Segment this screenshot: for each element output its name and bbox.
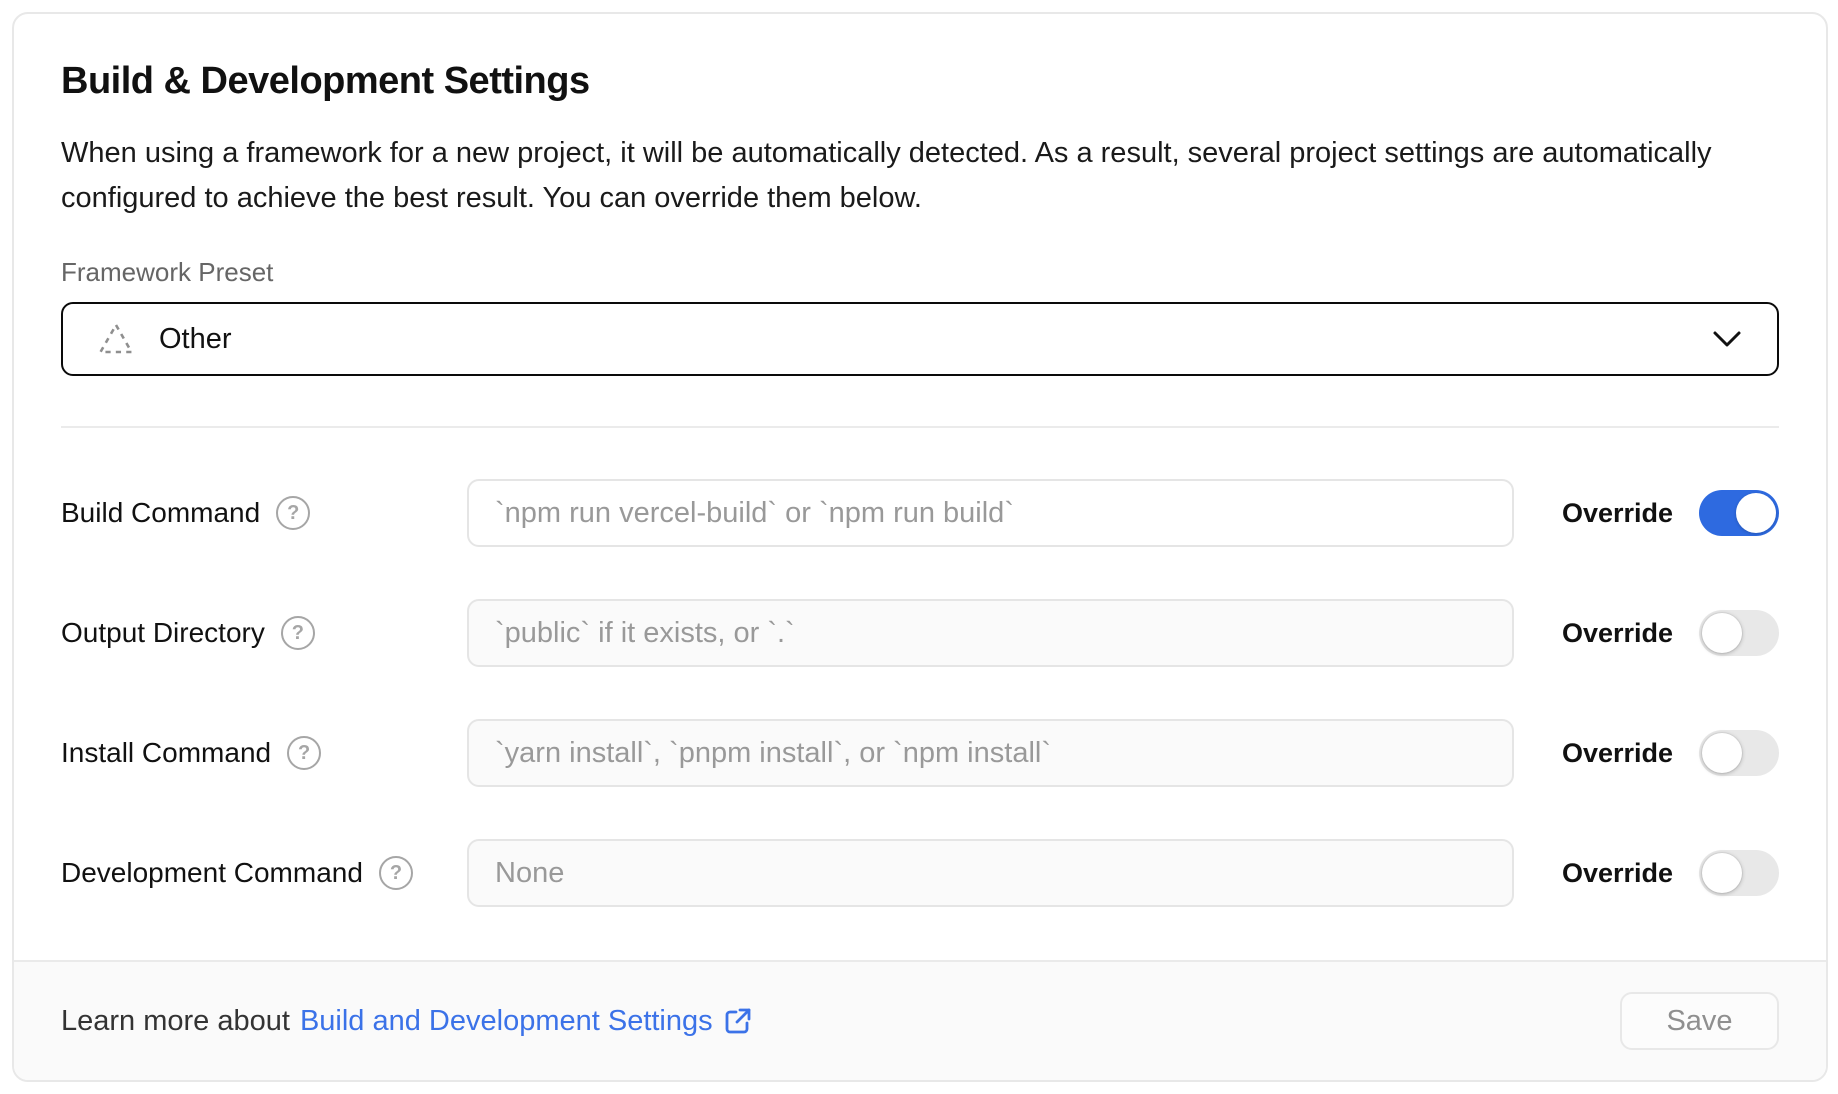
- build-command-help-icon[interactable]: ?: [276, 496, 310, 530]
- output-directory-override-toggle[interactable]: [1699, 610, 1779, 656]
- development-command-override-toggle[interactable]: [1699, 850, 1779, 896]
- development-command-input: [467, 839, 1514, 907]
- settings-rows: Build Command ? Override Output Director…: [61, 479, 1779, 907]
- install-command-label: Install Command: [61, 737, 271, 769]
- output-directory-row: Output Directory ? Override: [61, 599, 1779, 667]
- development-command-row: Development Command ? Override: [61, 839, 1779, 907]
- save-button[interactable]: Save: [1620, 992, 1779, 1050]
- development-command-label: Development Command: [61, 857, 363, 889]
- toggle-knob: [1702, 733, 1742, 773]
- build-command-label: Build Command: [61, 497, 260, 529]
- output-directory-label: Output Directory: [61, 617, 265, 649]
- card-footer: Learn more about Build and Development S…: [14, 960, 1826, 1080]
- build-settings-card: Build & Development Settings When using …: [12, 12, 1828, 1082]
- build-command-override-label: Override: [1562, 498, 1673, 529]
- framework-preset-value: Other: [159, 323, 232, 356]
- output-directory-input: [467, 599, 1514, 667]
- toggle-knob: [1702, 853, 1742, 893]
- output-directory-override-label: Override: [1562, 618, 1673, 649]
- install-command-override-label: Override: [1562, 738, 1673, 769]
- output-directory-help-icon[interactable]: ?: [281, 616, 315, 650]
- development-command-help-icon[interactable]: ?: [379, 856, 413, 890]
- description-text: When using a framework for a new project…: [61, 131, 1779, 221]
- learn-more-text: Learn more about: [61, 1005, 290, 1038]
- framework-preset-select[interactable]: Other: [61, 302, 1779, 376]
- install-command-input: [467, 719, 1514, 787]
- chevron-down-icon: [1711, 329, 1743, 349]
- install-command-help-icon[interactable]: ?: [287, 736, 321, 770]
- external-link-icon: [723, 1006, 753, 1036]
- development-command-override-label: Override: [1562, 858, 1673, 889]
- toggle-knob: [1736, 493, 1776, 533]
- install-command-override-toggle[interactable]: [1699, 730, 1779, 776]
- build-command-row: Build Command ? Override: [61, 479, 1779, 547]
- triangle-dashed-icon: [97, 321, 135, 357]
- build-command-override-toggle[interactable]: [1699, 490, 1779, 536]
- build-command-input[interactable]: [467, 479, 1514, 547]
- section-divider: [61, 426, 1779, 428]
- framework-preset-label: Framework Preset: [61, 257, 1779, 288]
- build-settings-docs-link[interactable]: Build and Development Settings: [300, 1005, 753, 1038]
- page-title: Build & Development Settings: [61, 60, 1779, 103]
- toggle-knob: [1702, 613, 1742, 653]
- card-main: Build & Development Settings When using …: [14, 14, 1826, 960]
- install-command-row: Install Command ? Override: [61, 719, 1779, 787]
